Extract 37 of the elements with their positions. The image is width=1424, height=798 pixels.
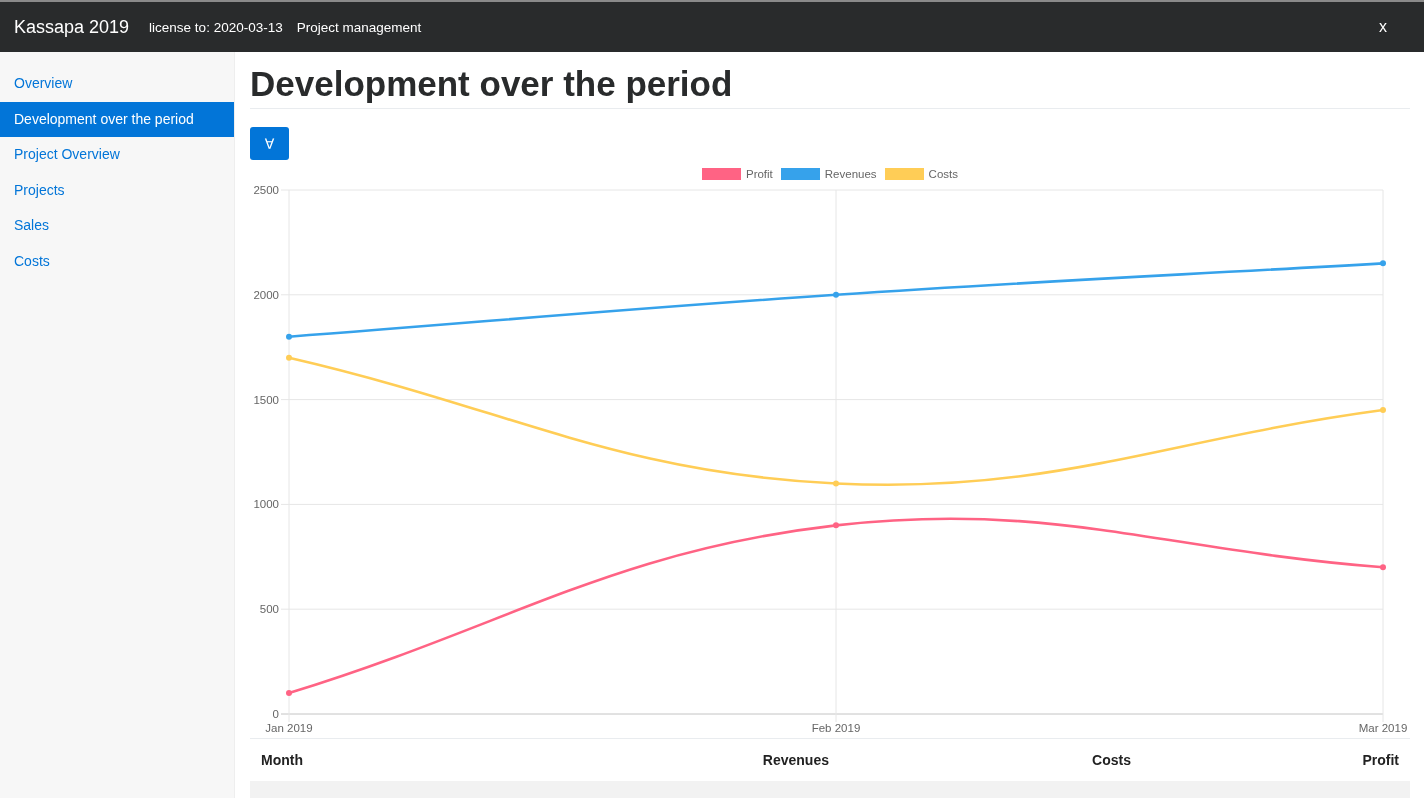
license-text: license to: 2020-03-13 bbox=[149, 19, 283, 35]
column-header: Profit bbox=[1362, 752, 1399, 768]
y-axis-label: 0 bbox=[272, 708, 279, 720]
data-point bbox=[833, 480, 839, 487]
y-axis-label: 1500 bbox=[253, 393, 279, 406]
sidebar-item[interactable]: Costs bbox=[0, 243, 234, 279]
sidebar-item[interactable]: Project Overview bbox=[0, 137, 234, 173]
legend-label: Costs bbox=[928, 167, 958, 181]
x-axis-label: Feb 2019 bbox=[811, 722, 861, 734]
y-axis-label: 2000 bbox=[253, 288, 279, 301]
sidebar-item[interactable]: Development over the period bbox=[0, 101, 234, 137]
data-point bbox=[1380, 260, 1386, 267]
y-axis-label: 2500 bbox=[253, 184, 279, 196]
x-axis-label: Jan 2019 bbox=[265, 722, 313, 734]
app-title: Kassapa 2019 bbox=[14, 16, 130, 38]
module-title: Project management bbox=[296, 19, 422, 35]
sidebar-item[interactable]: Projects bbox=[0, 172, 234, 208]
legend-label: Revenues bbox=[824, 167, 877, 181]
x-axis-label: Mar 2019 bbox=[1358, 722, 1408, 734]
data-point bbox=[286, 333, 292, 340]
toggle-button[interactable]: ∀ bbox=[250, 127, 289, 160]
data-point bbox=[833, 291, 839, 298]
data-point bbox=[1380, 407, 1386, 414]
y-axis-label: 500 bbox=[259, 603, 279, 616]
data-point bbox=[1380, 564, 1386, 571]
column-header: Revenues bbox=[762, 752, 829, 768]
page-title: Development over the period bbox=[250, 64, 733, 104]
column-header: Costs bbox=[1092, 752, 1131, 768]
y-axis-label: 1000 bbox=[253, 498, 279, 511]
column-header: Month bbox=[261, 752, 303, 768]
close-button[interactable]: x bbox=[1375, 16, 1391, 38]
legend-label: Profit bbox=[745, 167, 773, 181]
data-point bbox=[833, 522, 839, 529]
sidebar-item[interactable]: Overview bbox=[0, 66, 234, 102]
data-point bbox=[286, 354, 292, 361]
data-point bbox=[286, 690, 292, 697]
sidebar-item[interactable]: Sales bbox=[0, 208, 234, 244]
